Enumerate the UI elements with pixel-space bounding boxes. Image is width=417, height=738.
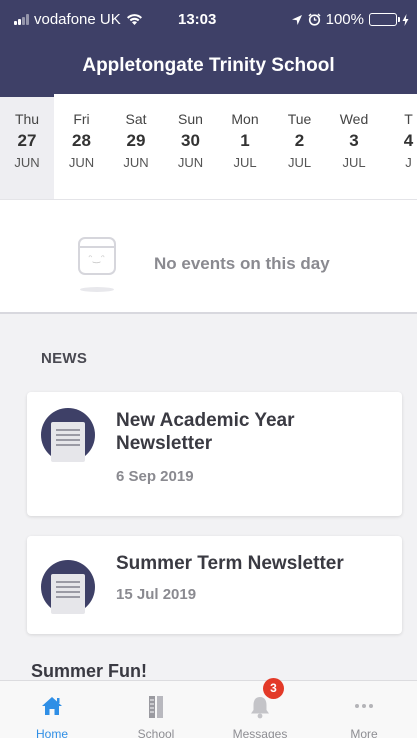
- tab-label: More: [350, 727, 378, 738]
- charging-icon: [402, 13, 409, 26]
- news-item[interactable]: Summer Term Newsletter 15 Jul 2019: [27, 536, 402, 634]
- date-dow: Wed: [339, 111, 369, 127]
- tab-label: Home: [35, 727, 68, 738]
- carrier-group: vodafone UK: [14, 11, 143, 28]
- date-0[interactable]: Thu 27 JUN: [0, 94, 54, 199]
- date-1[interactable]: Fri 28 JUN: [55, 94, 109, 199]
- date-7[interactable]: T 4 J: [382, 94, 417, 199]
- date-mon: JUL: [287, 155, 312, 170]
- wifi-icon: [126, 14, 142, 25]
- date-num: 27: [17, 131, 37, 150]
- tab-messages[interactable]: 3 Messages: [208, 678, 312, 738]
- tab-home[interactable]: Home: [0, 681, 104, 738]
- alarm-icon: [308, 13, 321, 26]
- date-mon: JUN: [123, 155, 149, 170]
- date-mon: JUN: [14, 155, 40, 170]
- section-title: Summer Fun!: [31, 661, 148, 681]
- school-icon: [149, 696, 163, 718]
- date-num: 29: [126, 131, 146, 150]
- tab-label: Messages: [232, 727, 288, 738]
- events-panel: ᵔ‿ᵔ No events on this day: [0, 200, 417, 314]
- news-heading: NEWS: [41, 350, 88, 367]
- date-6[interactable]: Wed 3 JUL: [327, 94, 381, 199]
- empty-events-message: No events on this day: [154, 254, 330, 273]
- date-4[interactable]: Mon 1 JUL: [218, 94, 272, 199]
- news-item[interactable]: New Academic Year Newsletter 6 Sep 2019: [27, 392, 402, 516]
- date-num: 3: [349, 131, 359, 150]
- status-bar: vodafone UK 13:03 100%: [0, 0, 417, 40]
- tab-school[interactable]: School: [104, 681, 208, 738]
- date-mon: JUL: [342, 155, 366, 170]
- signal-icon: [14, 14, 29, 25]
- tab-bar: Home School 3 Messages More: [0, 678, 417, 738]
- calendar-shadow: [80, 287, 114, 292]
- document-icon: [41, 560, 95, 614]
- unread-badge: 3: [263, 678, 284, 699]
- status-time: 13:03: [178, 11, 217, 28]
- date-mon: J: [405, 155, 412, 170]
- date-mon: JUN: [177, 155, 204, 170]
- document-icon: [41, 408, 95, 462]
- date-num: 28: [72, 131, 91, 150]
- date-dow: Sun: [178, 111, 203, 127]
- date-3[interactable]: Sun 30 JUN: [164, 94, 218, 199]
- app-header: Appletongate Trinity School: [0, 40, 417, 94]
- date-dow: Fri: [73, 111, 90, 127]
- bell-icon: [251, 697, 269, 719]
- date-num: 30: [181, 131, 200, 150]
- calendar-face-icon: ᵔ‿ᵔ: [78, 237, 116, 275]
- page-title: Appletongate Trinity School: [82, 55, 335, 76]
- date-dow: Thu: [14, 111, 40, 127]
- date-mon: JUN: [68, 155, 95, 170]
- date-mon: JUL: [233, 155, 257, 170]
- date-dow: Sat: [125, 111, 147, 127]
- carrier-name: vodafone UK: [34, 11, 121, 28]
- more-icon: [355, 704, 373, 708]
- date-2[interactable]: Sat 29 JUN: [109, 94, 163, 199]
- location-arrow-icon: [291, 14, 302, 25]
- news-date: 15 Jul 2019: [116, 586, 197, 603]
- battery-icon: [369, 13, 400, 26]
- news-title: New Academic Year Newsletter: [116, 410, 295, 454]
- tab-label: School: [137, 727, 175, 738]
- news-date: 6 Sep 2019: [116, 468, 194, 485]
- date-num: 1: [240, 131, 250, 150]
- status-right: 100%: [291, 11, 409, 28]
- date-dow: T: [404, 111, 413, 127]
- news-title: Summer Term Newsletter: [116, 553, 344, 574]
- home-icon: [42, 697, 62, 715]
- date-strip[interactable]: Thu 27 JUN Fri 28 JUN Sat 29 JUN Sun 30 JUN Mon 1 JUL T…: [0, 94, 417, 200]
- tab-more[interactable]: More: [312, 681, 416, 738]
- battery-percent: 100%: [325, 11, 364, 28]
- date-dow: Mon: [231, 111, 259, 127]
- date-5[interactable]: Tue 2 JUL: [273, 94, 327, 199]
- date-num: 2: [294, 131, 305, 150]
- date-dow: Tue: [287, 111, 312, 127]
- date-num: 4: [403, 131, 414, 150]
